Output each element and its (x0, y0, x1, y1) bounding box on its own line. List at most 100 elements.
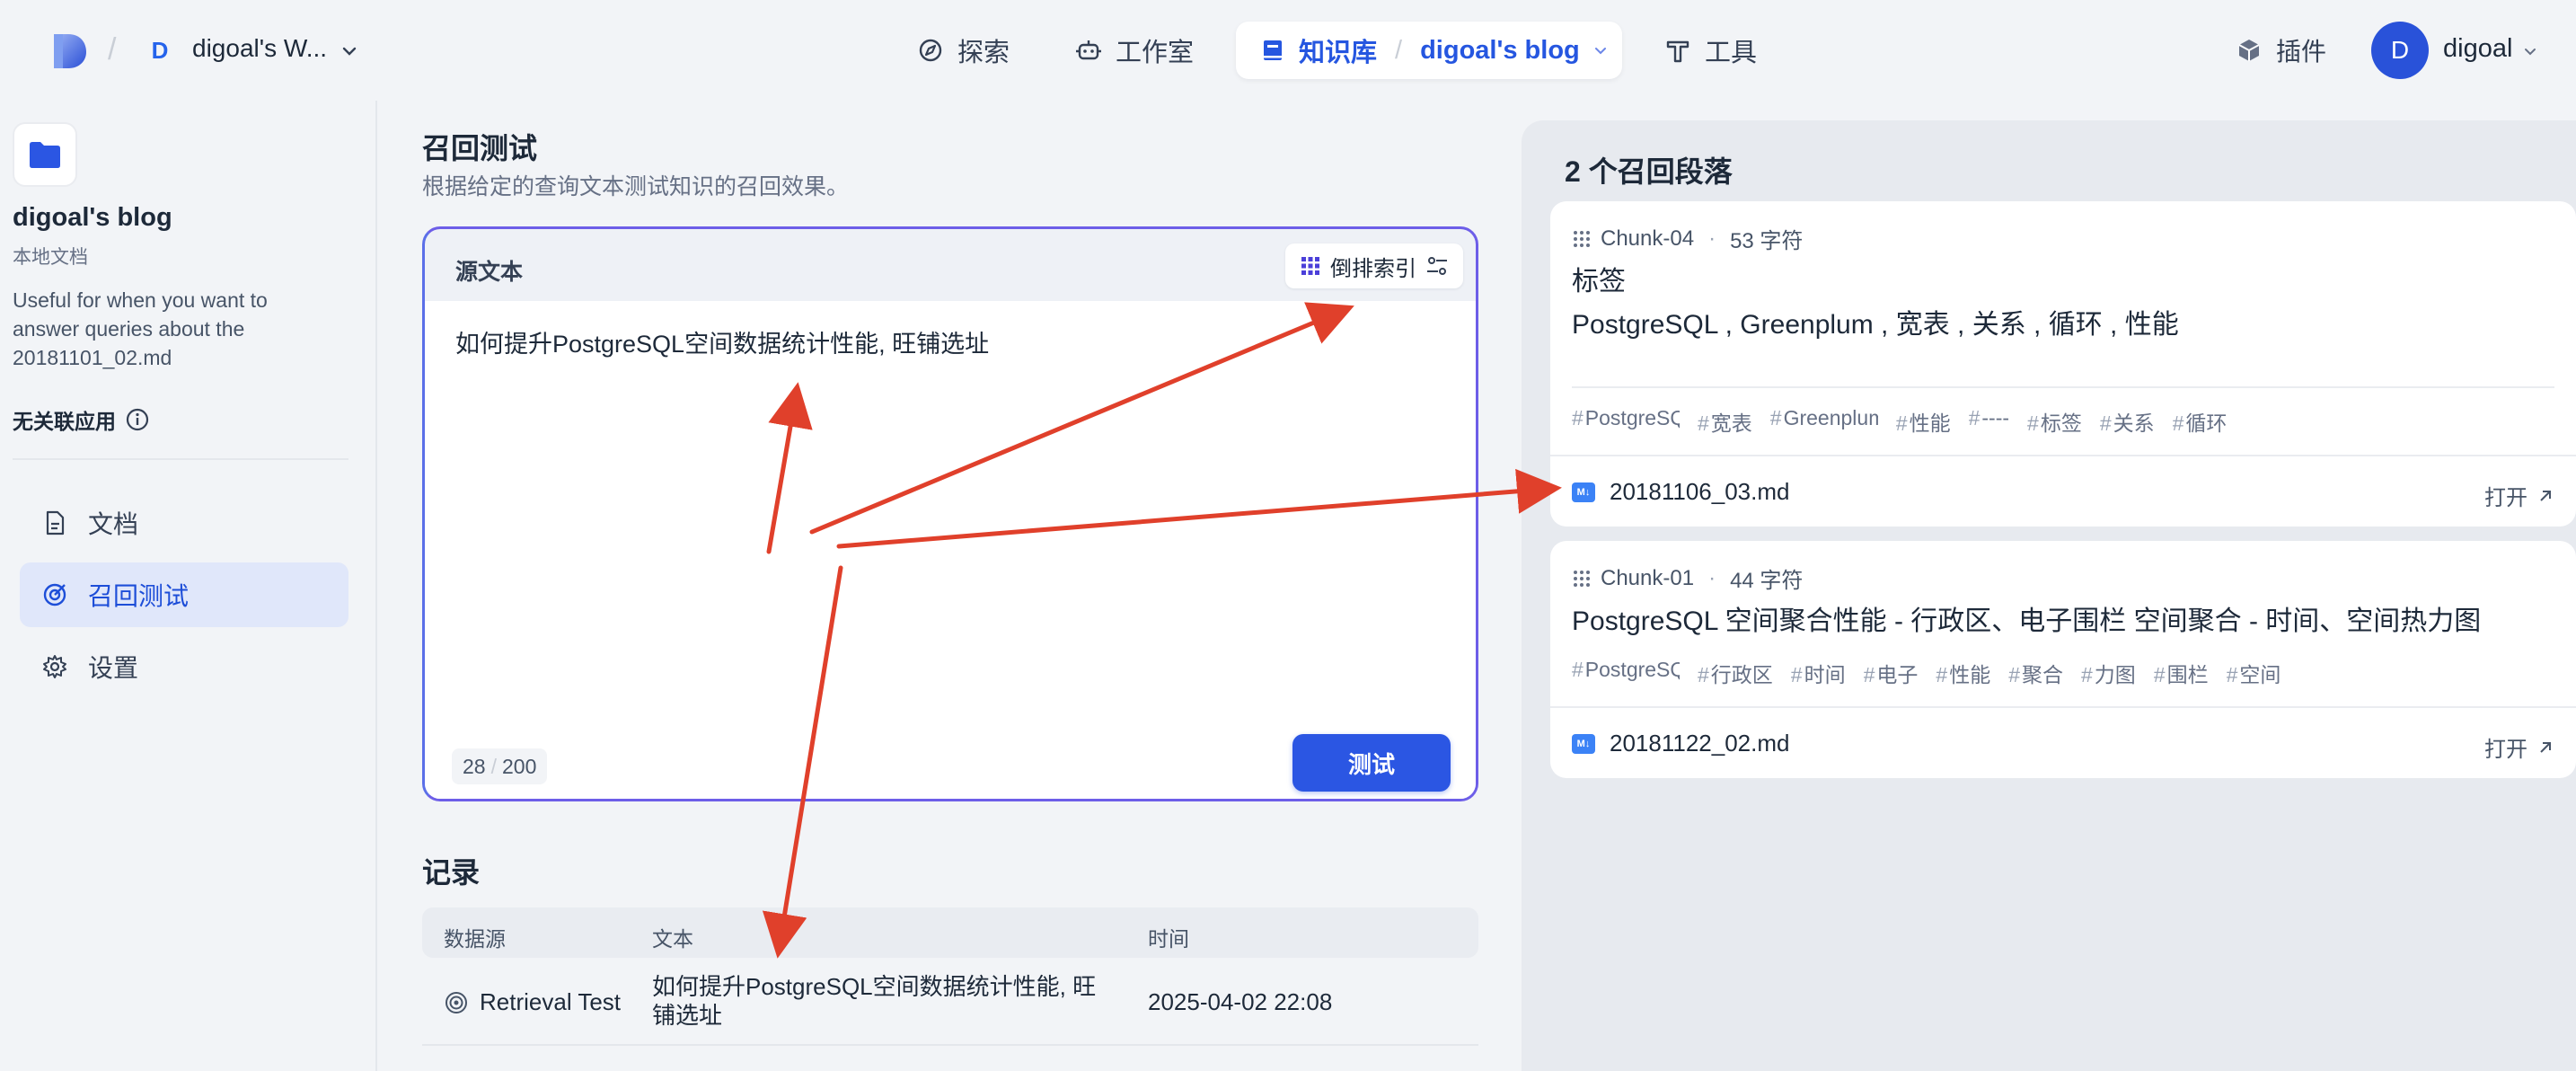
index-mode-button[interactable]: 倒排索引 (1285, 243, 1463, 288)
workspace-name[interactable]: digoal's W... (192, 34, 327, 63)
tag-text: 性能 (1909, 412, 1951, 435)
table-row[interactable]: Retrieval Test 如何提升PostgreSQL空间数据统计性能, 旺… (422, 958, 1478, 1046)
query-card-header: 源文本 倒排索引 (425, 229, 1476, 301)
nav-explore[interactable]: 探索 (916, 31, 1010, 70)
nav-studio[interactable]: 工作室 (1074, 31, 1194, 70)
grip-icon (1574, 230, 1590, 247)
tag-text: 关系 (2113, 412, 2155, 435)
sidebar-item-label: 文档 (88, 510, 139, 538)
tag-text: Greenplum (1783, 406, 1878, 429)
sidebar-item-settings[interactable]: 设置 (20, 634, 348, 699)
records-title: 记录 (422, 856, 481, 889)
results-title: 2 个召回段落 (1565, 155, 1733, 188)
linked-apps: 无关联应用 (13, 404, 150, 435)
avatar[interactable]: D (2371, 22, 2429, 79)
sliders-icon (1427, 257, 1447, 275)
plugin-button[interactable]: 插件 (2235, 32, 2326, 68)
keyword-tag: #PostgreSQL (1572, 658, 1680, 688)
keyword-tag: #空间 (2226, 663, 2281, 686)
chunk-text-line: PostgreSQL , Greenplum , 宽表 , 关系 , 循环 , … (1572, 310, 2179, 340)
tag-text: 时间 (1804, 663, 1846, 686)
grip-icon (1574, 570, 1590, 587)
nav-knowledge[interactable]: 知识库 / digoal's blog (1236, 22, 1622, 79)
nav-label: 探索 (957, 39, 1010, 67)
target-icon (446, 991, 467, 1013)
page-title: 召回测试 (422, 132, 538, 164)
markdown-file-icon: M↓ (1572, 733, 1595, 754)
cube-icon (2238, 40, 2260, 61)
hammer-icon (1666, 40, 1689, 63)
breadcrumb-separator: / (108, 32, 117, 66)
file-name: 20181122_02.md (1610, 730, 1790, 757)
divider (1572, 386, 2554, 388)
arrow-up-right-icon (2540, 490, 2551, 501)
results-panel: 2 个召回段落 Chunk-04 · 53 字符 标签 PostgreSQL ,… (1522, 120, 2576, 1071)
kb-subtitle: 本地文档 (13, 247, 88, 268)
grid-icon (1301, 257, 1319, 275)
target-icon (43, 583, 66, 606)
nav-tools[interactable]: 工具 (1663, 31, 1757, 70)
tag-text: PostgreSQL (1584, 658, 1680, 681)
column-header: 文本 (652, 927, 693, 951)
result-chunk[interactable]: Chunk-01 · 44 字符 PostgreSQL 空间聚合性能 - 行政区… (1550, 541, 2576, 778)
chevron-down-icon[interactable] (2522, 43, 2538, 59)
page-description: 根据给定的查询文本测试知识的召回效果。 (422, 174, 850, 199)
sidebar-item-retrieval-test[interactable]: 召回测试 (20, 562, 348, 627)
record-text: 如何提升PostgreSQL空间数据统计性能, 旺铺选址 (652, 973, 1097, 1029)
column-header: 数据源 (444, 927, 506, 951)
keyword-tag: #---- (1968, 406, 2010, 429)
book-icon (1264, 40, 1282, 60)
sidebar: digoal's blog 本地文档 Useful for when you w… (0, 101, 377, 1071)
app-logo-icon[interactable] (50, 31, 88, 70)
robot-icon (1076, 40, 1101, 60)
query-textarea[interactable]: 如何提升PostgreSQL空间数据统计性能, 旺铺选址 28 / 200 测试 (425, 301, 1476, 799)
keyword-tag: #标签 (2027, 412, 2082, 435)
tag-text: 标签 (2040, 412, 2082, 435)
sidebar-item-documents[interactable]: 文档 (20, 491, 348, 555)
source-file: M↓ 20181106_03.md (1572, 478, 1789, 506)
char-count: 28 (463, 754, 486, 778)
chunk-text-line: 标签 (1572, 267, 1626, 297)
nav-label: 工作室 (1116, 39, 1195, 67)
index-mode-label: 倒排索引 (1330, 256, 1416, 281)
open-link[interactable]: 打开 (2484, 731, 2554, 763)
sidebar-item-label: 设置 (88, 654, 139, 682)
user-name[interactable]: digoal (2443, 34, 2512, 64)
chunk-meta: Chunk-04 · 53 字符 (1572, 223, 1803, 254)
keyword-tag: #时间 (1790, 663, 1846, 686)
char-counter: 28 / 200 (452, 748, 548, 784)
keyword-tag: #围栏 (2153, 663, 2209, 686)
open-link[interactable]: 打开 (2484, 480, 2554, 511)
chunk-tags: #PostgreSQL #行政区 #时间 #电子 #性能 #聚合 #力图 #围栏… (1572, 658, 2280, 688)
record-source: Retrieval Test (444, 988, 621, 1016)
chunk-chars: 44 字符 (1730, 569, 1804, 593)
tag-text: 性能 (1949, 663, 1991, 686)
top-bar: / D digoal's W... 探索 工作室 知识库 / digoal's … (0, 0, 2576, 101)
tag-text: 聚合 (2021, 663, 2063, 686)
arrow-up-right-icon (2540, 741, 2551, 753)
keyword-tag: #关系 (2099, 412, 2155, 435)
source-label: 源文本 (455, 260, 524, 285)
chunk-footer: M↓ 20181106_03.md 打开 (1550, 455, 2576, 527)
tag-text: 行政区 (1710, 663, 1773, 686)
info-icon[interactable] (125, 407, 150, 432)
chunk-chars: 53 字符 (1730, 229, 1804, 253)
meta-separator: · (1708, 226, 1716, 251)
tag-text: 宽表 (1710, 412, 1752, 435)
result-chunk[interactable]: Chunk-04 · 53 字符 标签 PostgreSQL , Greenpl… (1550, 201, 2576, 527)
char-limit: 200 (501, 754, 537, 778)
tag-text: 围栏 (2166, 663, 2209, 686)
folder-icon (30, 142, 60, 168)
tag-text: 空间 (2239, 663, 2281, 686)
keyword-tag: #性能 (1936, 663, 1991, 686)
chevron-down-icon[interactable] (1592, 42, 1609, 58)
keyword-tag: #行政区 (1698, 663, 1773, 686)
meta-separator: · (1708, 565, 1716, 590)
chunk-tags: #PostgreSQL #宽表 #Greenplum #性能 #---- #标签… (1572, 406, 2227, 437)
test-button[interactable]: 测试 (1292, 734, 1451, 792)
keyword-tag: #Greenplum (1770, 406, 1878, 437)
chevron-down-icon[interactable] (340, 41, 359, 61)
kb-title: digoal's blog (13, 203, 172, 232)
dataset-name[interactable]: digoal's blog (1420, 36, 1580, 66)
plugin-label: 插件 (2276, 38, 2327, 66)
